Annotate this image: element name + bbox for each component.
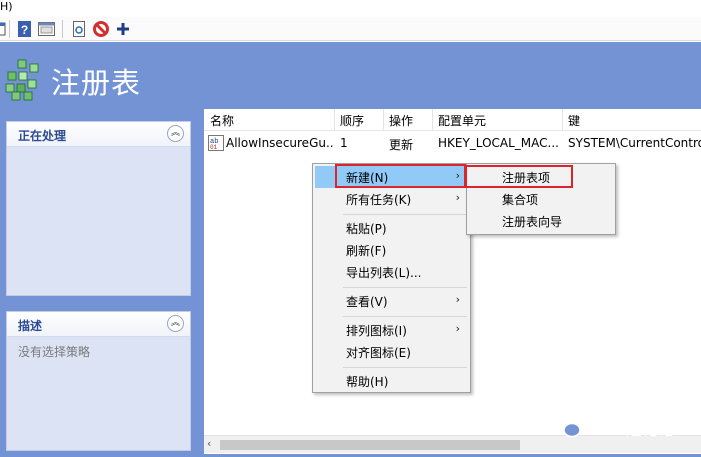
- column-header-hive[interactable]: 配置单元: [438, 112, 486, 129]
- page-title: 注册表: [51, 66, 142, 100]
- menu-separator: [343, 316, 467, 317]
- processing-panel: 正在处理 ︽: [6, 121, 191, 296]
- submenu-item-label: 集合项: [502, 193, 539, 207]
- menu-item-label: 导出列表(L)...: [346, 266, 422, 280]
- menu-item-label: 查看(V): [346, 295, 388, 309]
- column-header-action[interactable]: 操作: [389, 112, 413, 129]
- description-panel: 描述 ︽ 没有选择策略: [6, 311, 191, 451]
- registry-value-icon: ab 01: [208, 135, 224, 154]
- menu-item-view[interactable]: 查看(V) ›: [315, 290, 468, 312]
- row-hive: HKEY_LOCAL_MAC...: [438, 136, 559, 150]
- collapse-up-icon[interactable]: ︽: [167, 315, 184, 332]
- submenu-item-registry-wizard[interactable]: 注册表向导: [469, 210, 613, 232]
- row-key: SYSTEM\CurrentContro: [568, 136, 701, 150]
- scroll-left-icon[interactable]: ‹: [207, 437, 211, 450]
- menu-item-label: 所有任务(K): [346, 193, 412, 207]
- selection-outline: [465, 165, 573, 188]
- add-icon[interactable]: [115, 21, 131, 37]
- menubar: H): [0, 0, 701, 16]
- menu-item-arrange-icons[interactable]: 排列图标(I) ›: [315, 319, 468, 341]
- toolbar: ?: [0, 17, 701, 41]
- description-text: 没有选择策略: [18, 345, 91, 359]
- menu-item-align-icons[interactable]: 对齐图标(E): [315, 341, 468, 363]
- description-panel-title: 描述: [18, 319, 43, 333]
- chevron-right-icon: ›: [455, 293, 460, 306]
- menu-separator: [343, 214, 467, 215]
- column-header-order[interactable]: 顺序: [340, 112, 364, 129]
- menu-item-label: 对齐图标(E): [346, 346, 411, 360]
- menu-item-label: 刷新(F): [346, 244, 387, 258]
- submenu-item-label: 注册表向导: [502, 215, 563, 229]
- processing-panel-title: 正在处理: [18, 129, 67, 143]
- row-name: AllowInsecureGu...: [226, 136, 334, 150]
- menu-item-all-tasks[interactable]: 所有任务(K) ›: [315, 188, 468, 210]
- menu-item-paste[interactable]: 粘贴(P): [315, 217, 468, 239]
- menu-item-export-list[interactable]: 导出列表(L)...: [315, 261, 468, 283]
- column-headers: 名称 顺序 操作 配置单元 键: [204, 109, 701, 131]
- processing-panel-header: 正在处理 ︽: [7, 122, 190, 147]
- menu-item-label: 帮助(H): [346, 375, 389, 389]
- highlight-outline: [335, 164, 466, 188]
- column-header-key[interactable]: 键: [568, 112, 580, 129]
- menu-separator: [343, 367, 467, 368]
- menu-item-label: 排列图标(I): [346, 324, 407, 338]
- table-row[interactable]: ab 01 AllowInsecureGu... 1 更新 HKEY_LOCAL_…: [204, 133, 701, 153]
- pane-icon[interactable]: [0, 21, 12, 37]
- menu-item-label: 粘贴(P): [346, 222, 387, 236]
- menubar-fragment[interactable]: H): [0, 0, 13, 13]
- submenu-item-collection-item[interactable]: 集合项: [469, 188, 613, 210]
- menu-separator: [343, 287, 467, 288]
- scrollbar-thumb[interactable]: [220, 440, 520, 450]
- watermark-text: ITPro进化论: [586, 420, 674, 439]
- menu-item-help[interactable]: 帮助(H): [315, 370, 468, 392]
- wechat-icon: [552, 414, 582, 443]
- description-panel-header: 描述 ︽: [7, 312, 190, 337]
- row-order: 1: [340, 136, 348, 150]
- context-menu: 新建(N) › 所有任务(K) › 粘贴(P) 刷新(F) 导出列表(L)...…: [312, 163, 471, 393]
- svg-text:?: ?: [21, 23, 28, 37]
- column-header-name[interactable]: 名称: [210, 112, 234, 129]
- row-action: 更新: [389, 138, 414, 152]
- stop-icon[interactable]: [93, 21, 109, 37]
- collapse-up-icon[interactable]: ︽: [167, 125, 184, 142]
- svg-text:01: 01: [210, 144, 218, 151]
- chevron-right-icon: ›: [455, 191, 460, 204]
- chevron-right-icon: ›: [455, 322, 460, 335]
- menu-item-refresh[interactable]: 刷新(F): [315, 239, 468, 261]
- help-icon[interactable]: ?: [17, 21, 33, 37]
- export-icon[interactable]: [71, 21, 87, 37]
- registry-cubes-icon: [4, 58, 46, 105]
- properties-icon[interactable]: [38, 21, 55, 37]
